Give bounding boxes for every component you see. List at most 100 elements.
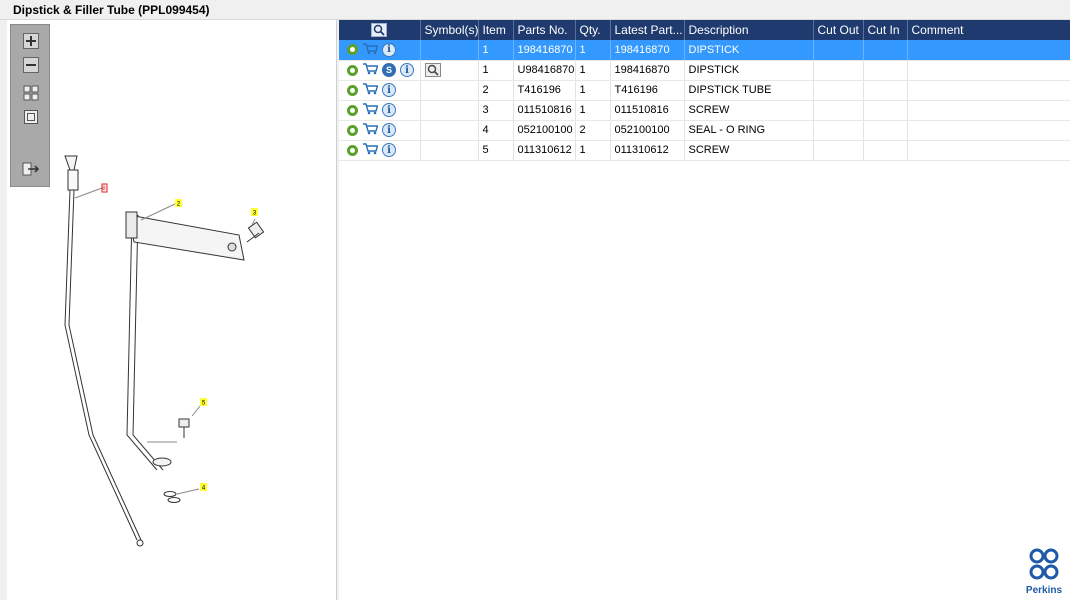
fit-view-button[interactable]: [21, 83, 41, 103]
reset-view-button[interactable]: [21, 107, 41, 127]
column-header-latest-part[interactable]: Latest Part...: [610, 20, 685, 40]
info-icon[interactable]: i: [382, 143, 396, 157]
cart-icon: [363, 83, 379, 95]
zoom-in-button[interactable]: [21, 31, 41, 51]
latest-part-cell: 198416870: [610, 60, 685, 81]
perkins-emblem-icon: [1029, 548, 1059, 580]
zoom-in-icon: [23, 33, 39, 49]
info-icon[interactable]: i: [382, 123, 396, 137]
dipstick-tube-drawing: [125, 203, 245, 471]
parts-no-cell: 052100100: [513, 120, 576, 141]
description-cell: SEAL - O RING: [684, 120, 814, 141]
item-cell: 4: [478, 120, 514, 141]
table-row[interactable]: i 3 011510816 1 011510816 SCREW: [339, 100, 1070, 121]
column-header-item[interactable]: Item: [478, 20, 514, 40]
column-header-icons[interactable]: [339, 20, 421, 40]
qty-cell: 1: [575, 140, 611, 161]
row-action-icons: Si: [339, 60, 421, 81]
supersession-s-icon[interactable]: S: [382, 63, 396, 77]
cart-icon: [363, 43, 379, 55]
cart-icon: [363, 143, 379, 155]
table-row[interactable]: i 4 052100100 2 052100100 SEAL - O RING: [339, 120, 1070, 141]
gear-icon[interactable]: [347, 44, 358, 56]
export-button[interactable]: [21, 159, 41, 179]
gear-icon[interactable]: [347, 64, 358, 76]
column-header-description[interactable]: Description: [684, 20, 814, 40]
parts-no-cell: U98416870: [513, 60, 576, 81]
symbols-cell: [420, 120, 479, 141]
cut-in-cell: [863, 80, 908, 101]
row-action-icons: i: [339, 120, 421, 141]
comment-cell: [907, 60, 1070, 81]
cut-out-cell: [813, 80, 864, 101]
row-action-icons: i: [339, 40, 421, 61]
add-to-cart-button[interactable]: [362, 142, 379, 158]
table-row[interactable]: i 2 T416196 1 T416196 DIPSTICK TUBE: [339, 80, 1070, 101]
qty-cell: 2: [575, 120, 611, 141]
column-header-symbols[interactable]: Symbol(s): [420, 20, 479, 40]
table-row[interactable]: i 5 011310612 1 011310612 SCREW: [339, 140, 1070, 161]
table-row[interactable]: Si 1 U98416870 1 198416870 DIPSTICK: [339, 60, 1070, 81]
cut-out-cell: [813, 40, 864, 61]
info-icon[interactable]: i: [382, 83, 396, 97]
callout-3: [251, 208, 258, 216]
info-icon[interactable]: i: [382, 42, 396, 57]
window-title: Dipstick & Filler Tube (PPL099454): [0, 0, 1070, 20]
callout-number[interactable]: 4: [202, 486, 206, 492]
add-to-cart-button[interactable]: [362, 42, 379, 58]
column-header-comment[interactable]: Comment: [907, 20, 1070, 40]
row-action-icons: i: [339, 100, 421, 121]
comment-cell: [907, 120, 1070, 141]
item-cell: 5: [478, 140, 514, 161]
info-icon[interactable]: i: [382, 103, 396, 117]
table-header-row: Symbol(s) Item Parts No. Qty. Latest Par…: [339, 20, 1070, 40]
qty-cell: 1: [575, 60, 611, 81]
parts-no-cell: 011310612: [513, 140, 576, 161]
gear-icon[interactable]: [347, 124, 358, 136]
latest-part-cell: 052100100: [610, 120, 685, 141]
qty-cell: 1: [575, 80, 611, 101]
column-header-cut-out[interactable]: Cut Out: [813, 20, 864, 40]
perkins-logo: Perkins: [1024, 547, 1064, 596]
add-to-cart-button[interactable]: [362, 102, 379, 118]
symbols-cell: [420, 140, 479, 161]
description-cell: DIPSTICK TUBE: [684, 80, 814, 101]
latest-part-cell: 198416870: [610, 40, 685, 61]
callout-4: [200, 483, 207, 491]
table-row[interactable]: i 1 198416870 1 198416870 DIPSTICK: [339, 40, 1070, 61]
callout-number[interactable]: 3: [253, 211, 257, 217]
column-header-cut-in[interactable]: Cut In: [863, 20, 908, 40]
symbols-cell: [420, 80, 479, 101]
drawing-pane[interactable]: 8 2 3 5 4: [7, 20, 337, 600]
gear-icon[interactable]: [347, 144, 358, 156]
column-header-qty[interactable]: Qty.: [575, 20, 611, 40]
parts-no-cell: 198416870: [513, 40, 576, 61]
item-cell: 2: [478, 80, 514, 101]
gear-icon[interactable]: [347, 104, 358, 116]
callout-number[interactable]: 2: [177, 202, 181, 208]
callout-number[interactable]: 8: [102, 186, 106, 192]
cut-out-cell: [813, 100, 864, 121]
view-symbol-icon[interactable]: [424, 63, 441, 77]
add-to-cart-button[interactable]: [362, 82, 379, 98]
drawing-toolbar: [10, 24, 50, 187]
comment-cell: [907, 40, 1070, 61]
cart-icon: [363, 63, 379, 75]
symbols-cell: [420, 40, 479, 61]
column-header-parts-no[interactable]: Parts No.: [513, 20, 576, 40]
cut-out-cell: [813, 140, 864, 161]
row-action-icons: i: [339, 80, 421, 101]
description-cell: DIPSTICK: [684, 60, 814, 81]
zoom-out-button[interactable]: [21, 55, 41, 75]
square-icon: [24, 110, 38, 124]
add-to-cart-button[interactable]: [362, 62, 379, 78]
add-to-cart-button[interactable]: [362, 122, 379, 138]
dipstick-drawing: [64, 155, 144, 547]
latest-part-cell: T416196: [610, 80, 685, 101]
cart-icon: [363, 123, 379, 135]
callout-number[interactable]: 5: [202, 401, 206, 407]
gear-icon[interactable]: [347, 84, 358, 96]
item-cell: 1: [478, 40, 514, 61]
item-cell: 1: [478, 60, 514, 81]
info-icon[interactable]: i: [400, 63, 414, 77]
